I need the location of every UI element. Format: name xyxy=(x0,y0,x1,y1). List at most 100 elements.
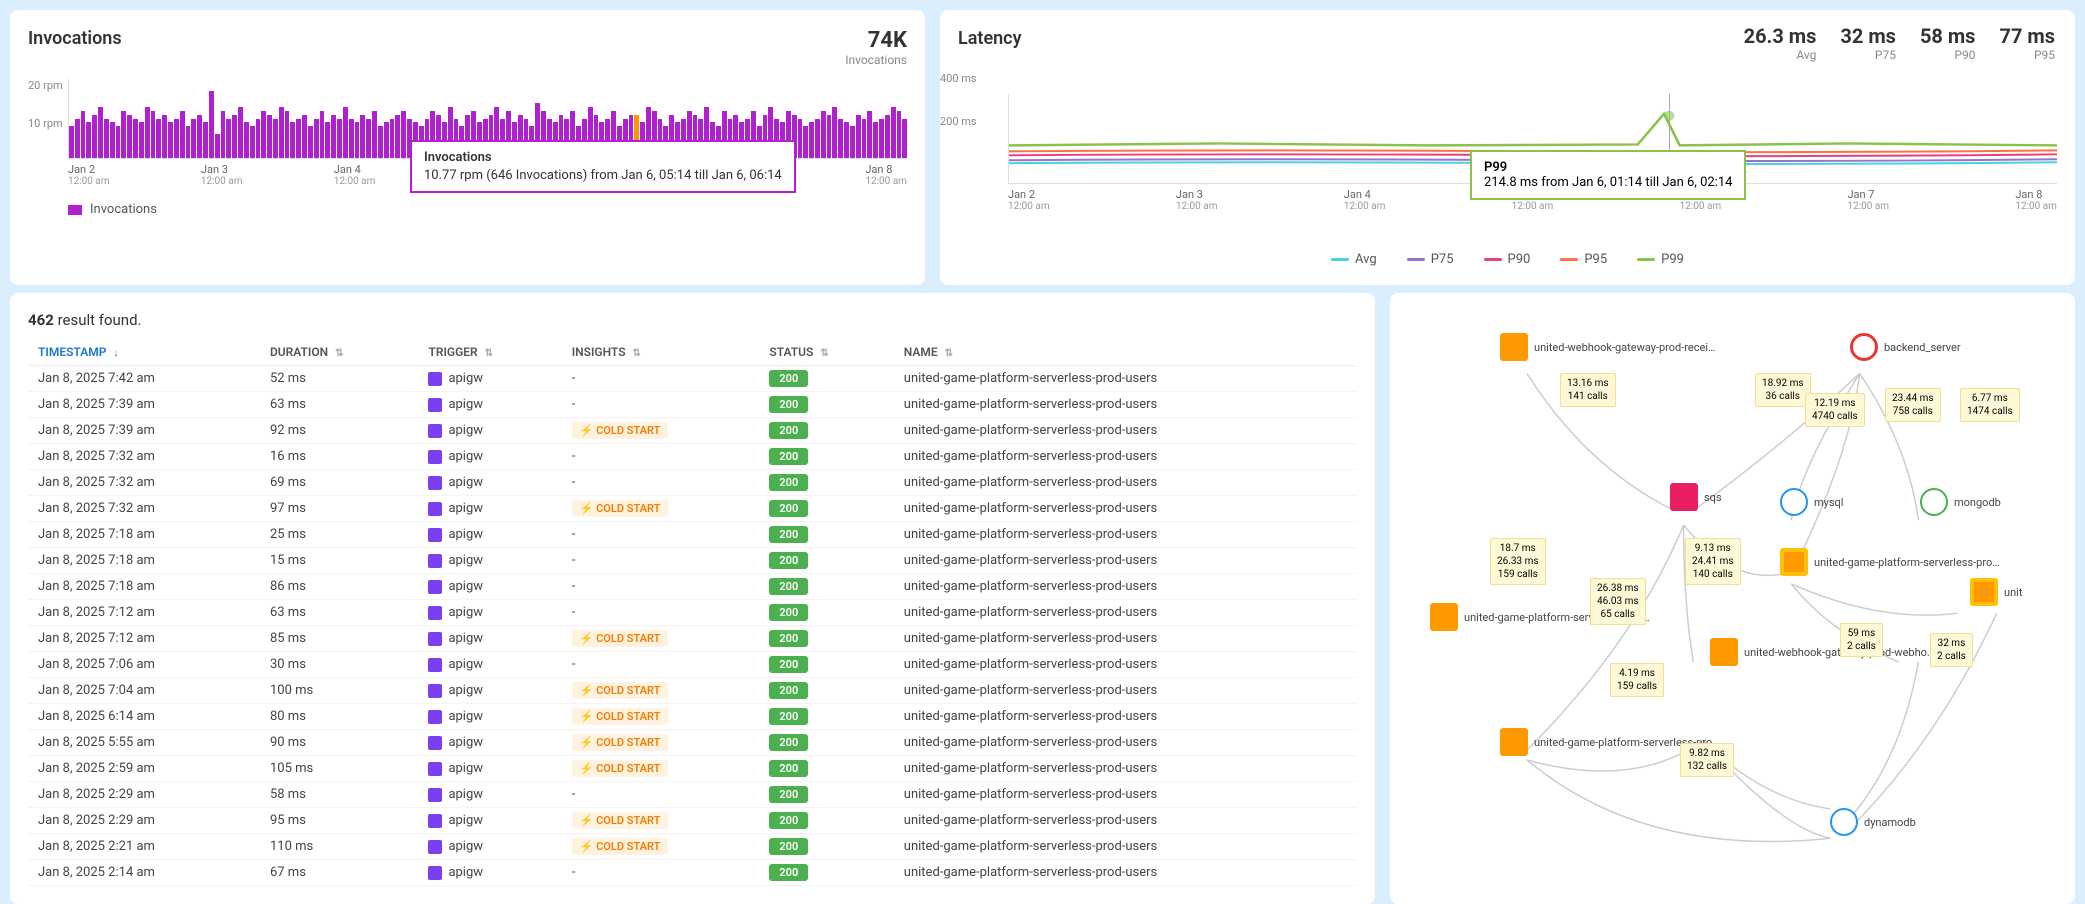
invocation-bar[interactable] xyxy=(320,111,325,158)
invocation-bar[interactable] xyxy=(390,119,395,159)
invocation-bar[interactable] xyxy=(302,115,307,158)
invocation-bar[interactable] xyxy=(798,119,803,159)
invocation-bar[interactable] xyxy=(156,119,161,159)
invocation-bar[interactable] xyxy=(885,115,890,158)
invocation-bar[interactable] xyxy=(69,126,74,158)
table-row[interactable]: Jan 8, 2025 2:29 am58 msapigw-200united-… xyxy=(28,782,1357,808)
latency-legend-item[interactable]: P75 xyxy=(1407,252,1454,267)
invocation-bar[interactable] xyxy=(197,115,202,158)
invocation-bar[interactable] xyxy=(267,115,272,158)
invocation-bar[interactable] xyxy=(856,115,861,158)
invocation-bar[interactable] xyxy=(244,122,249,158)
invocation-bar[interactable] xyxy=(116,126,121,158)
table-row[interactable]: Jan 8, 2025 7:39 am63 msapigw-200united-… xyxy=(28,392,1357,418)
column-header-timestamp[interactable]: TIMESTAMP ↓ xyxy=(28,339,260,366)
column-header-insights[interactable]: INSIGHTS ⇅ xyxy=(562,339,760,366)
table-row[interactable]: Jan 8, 2025 7:12 am63 msapigw-200united-… xyxy=(28,600,1357,626)
invocation-bar[interactable] xyxy=(81,111,86,158)
invocation-bar[interactable] xyxy=(139,122,144,158)
column-header-status[interactable]: STATUS ⇅ xyxy=(759,339,893,366)
invocation-bar[interactable] xyxy=(186,126,191,158)
invocation-bar[interactable] xyxy=(349,119,354,159)
invocation-bar[interactable] xyxy=(221,111,226,158)
invocation-bar[interactable] xyxy=(273,119,278,159)
invocation-bar[interactable] xyxy=(803,126,808,158)
invocation-bar[interactable] xyxy=(308,126,313,158)
invocation-bar[interactable] xyxy=(395,115,400,158)
node-webhook-gateway-send[interactable]: united-webhook-gateway-prod-webho… xyxy=(1710,638,1934,666)
invocation-bar[interactable] xyxy=(314,119,319,159)
invocation-bar[interactable] xyxy=(162,115,167,158)
invocation-bar[interactable] xyxy=(891,107,896,158)
table-row[interactable]: Jan 8, 2025 5:55 am90 msapigw⚡ COLD STAR… xyxy=(28,730,1357,756)
node-dynamodb[interactable]: dynamodb xyxy=(1830,808,1916,836)
invocation-bar[interactable] xyxy=(902,119,907,159)
invocation-bar[interactable] xyxy=(355,122,360,158)
table-row[interactable]: Jan 8, 2025 7:32 am16 msapigw-200united-… xyxy=(28,444,1357,470)
column-header-duration[interactable]: DURATION ⇅ xyxy=(260,339,418,366)
latency-legend-item[interactable]: P95 xyxy=(1560,252,1607,267)
invocation-bar[interactable] xyxy=(86,122,91,158)
invocation-bar[interactable] xyxy=(121,111,126,158)
latency-legend-item[interactable]: P99 xyxy=(1637,252,1684,267)
invocation-bar[interactable] xyxy=(384,122,389,158)
latency-legend-item[interactable]: P90 xyxy=(1484,252,1531,267)
node-backend-server[interactable]: backend_server xyxy=(1850,333,1961,361)
invocation-bar[interactable] xyxy=(873,122,878,158)
invocation-bar[interactable] xyxy=(110,122,115,158)
table-row[interactable]: Jan 8, 2025 2:29 am95 msapigw⚡ COLD STAR… xyxy=(28,808,1357,834)
invocation-bar[interactable] xyxy=(168,122,173,158)
invocation-bar[interactable] xyxy=(862,119,867,159)
invocation-bar[interactable] xyxy=(378,126,383,158)
invocation-bar[interactable] xyxy=(104,119,109,159)
invocation-bar[interactable] xyxy=(815,119,820,159)
node-sqs[interactable]: sqs xyxy=(1670,483,1722,511)
invocation-bar[interactable] xyxy=(290,122,295,158)
invocation-bar[interactable] xyxy=(174,119,179,159)
invocation-bar[interactable] xyxy=(867,111,872,158)
invocation-bar[interactable] xyxy=(372,111,377,158)
invocation-bar[interactable] xyxy=(879,119,884,159)
table-row[interactable]: Jan 8, 2025 2:21 am110 msapigw⚡ COLD STA… xyxy=(28,834,1357,860)
table-row[interactable]: Jan 8, 2025 7:04 am100 msapigw⚡ COLD STA… xyxy=(28,678,1357,704)
invocation-bar[interactable] xyxy=(238,107,243,158)
invocation-bar[interactable] xyxy=(897,111,902,158)
table-row[interactable]: Jan 8, 2025 7:32 am97 msapigw⚡ COLD STAR… xyxy=(28,496,1357,522)
node-unit[interactable]: unit xyxy=(1970,578,2022,606)
invocation-bar[interactable] xyxy=(256,119,261,159)
invocation-bar[interactable] xyxy=(360,115,365,158)
invocation-bar[interactable] xyxy=(850,126,855,158)
invocation-bar[interactable] xyxy=(92,115,97,158)
invocation-bar[interactable] xyxy=(75,119,80,159)
invocation-bar[interactable] xyxy=(151,111,156,158)
invocation-bar[interactable] xyxy=(261,111,266,158)
invocation-bar[interactable] xyxy=(232,115,237,158)
table-row[interactable]: Jan 8, 2025 2:14 am67 msapigw-200united-… xyxy=(28,860,1357,886)
invocation-bar[interactable] xyxy=(838,119,843,159)
node-webhook-gateway-recv[interactable]: united-webhook-gateway-prod-recei… xyxy=(1500,333,1715,361)
invocation-bar[interactable] xyxy=(401,111,406,158)
invocation-bar[interactable] xyxy=(279,107,284,158)
table-row[interactable]: Jan 8, 2025 6:14 am80 msapigw⚡ COLD STAR… xyxy=(28,704,1357,730)
invocation-bar[interactable] xyxy=(832,107,837,158)
invocation-bar[interactable] xyxy=(145,107,150,158)
invocation-bar[interactable] xyxy=(827,115,832,158)
table-row[interactable]: Jan 8, 2025 7:12 am85 msapigw⚡ COLD STAR… xyxy=(28,626,1357,652)
invocation-bar[interactable] xyxy=(809,122,814,158)
invocation-bar[interactable] xyxy=(180,111,185,158)
table-row[interactable]: Jan 8, 2025 2:59 am105 msapigw⚡ COLD STA… xyxy=(28,756,1357,782)
invocation-bar[interactable] xyxy=(133,119,138,159)
node-mysql[interactable]: mysql xyxy=(1780,488,1843,516)
table-row[interactable]: Jan 8, 2025 7:42 am52 msapigw-200united-… xyxy=(28,366,1357,392)
invocation-bar[interactable] xyxy=(127,115,132,158)
invocation-bar[interactable] xyxy=(191,119,196,159)
invocation-bar[interactable] xyxy=(844,122,849,158)
invocation-bar[interactable] xyxy=(209,91,214,158)
column-header-trigger[interactable]: TRIGGER ⇅ xyxy=(418,339,561,366)
invocation-bar[interactable] xyxy=(343,107,348,158)
invocation-bar[interactable] xyxy=(285,111,290,158)
invocation-bar[interactable] xyxy=(821,111,826,158)
table-row[interactable]: Jan 8, 2025 7:06 am30 msapigw-200united-… xyxy=(28,652,1357,678)
invocation-bar[interactable] xyxy=(296,119,301,159)
invocation-bar[interactable] xyxy=(331,115,336,158)
